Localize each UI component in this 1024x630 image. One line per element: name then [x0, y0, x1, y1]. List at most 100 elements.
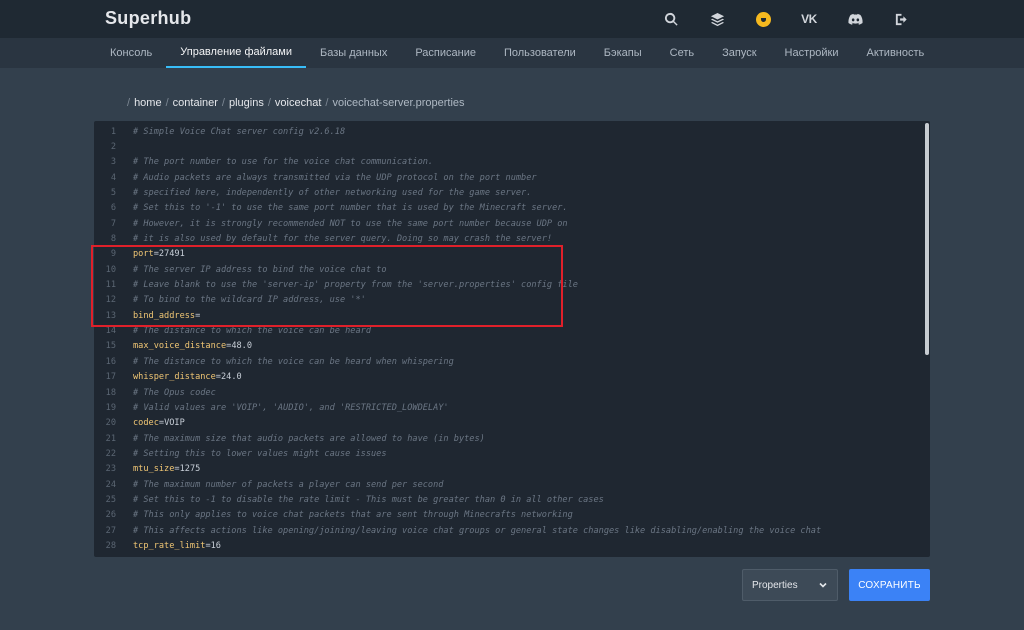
- code-line[interactable]: 28 tcp_rate_limit=16: [94, 538, 920, 553]
- comment-text: # Leave blank to use the 'server-ip' pro…: [133, 280, 578, 291]
- section-nav: Консоль Управление файлами Базы данных Расп…: [0, 38, 1024, 68]
- line-number: 21: [105, 433, 116, 444]
- comment-text: # The server IP address to bind the voic…: [133, 264, 387, 275]
- code-line[interactable]: 18 # The Opus codec: [94, 385, 920, 400]
- code-line[interactable]: 6 # Set this to '-1' to use the same port…: [94, 201, 920, 216]
- code-line[interactable]: 21 # The maximum size that audio packets …: [94, 431, 920, 446]
- comment-text: # The maximum size that audio packets ar…: [133, 433, 485, 444]
- code-line[interactable]: 24 # The maximum number of packets a play…: [94, 477, 920, 492]
- tab-2[interactable]: Базы данных: [306, 38, 401, 68]
- chevron-down-icon: [819, 581, 827, 589]
- comment-text: # This only applies to voice chat packet…: [133, 510, 573, 521]
- tab-8[interactable]: Настройки: [771, 38, 853, 68]
- comment-text: # Set this to '-1' to use the same port …: [133, 203, 568, 214]
- property-value: VOIP: [164, 418, 185, 429]
- line-number: 13: [105, 310, 116, 321]
- equals-sign: =: [195, 310, 201, 321]
- tab-6[interactable]: Сеть: [656, 38, 708, 68]
- comment-text: # it is also used by default for the ser…: [133, 234, 553, 245]
- line-number: 3: [110, 157, 116, 168]
- line-number: 8: [110, 234, 116, 245]
- comment-text: # The distance to which the voice can be…: [133, 326, 371, 337]
- line-number: 5: [110, 188, 116, 199]
- property-key: tcp_rate_limit: [133, 540, 206, 551]
- property-entry: bind_address=: [133, 311, 200, 321]
- comment-text: # The distance to which the voice can be…: [133, 356, 454, 367]
- line-number: 2: [110, 142, 116, 153]
- avatar: [755, 11, 771, 27]
- line-number: 14: [105, 326, 116, 337]
- code-line[interactable]: 19 # Valid values are 'VOIP', 'AUDIO', an…: [94, 400, 920, 415]
- property-entry: port=27491: [133, 249, 185, 259]
- top-bar: Superhub VK: [0, 0, 1024, 38]
- code-line[interactable]: 26 # This only applies to voice chat pack…: [94, 508, 920, 523]
- code-line[interactable]: 15 max_voice_distance=48.0: [94, 339, 920, 354]
- tab-1[interactable]: Управление файлами: [166, 38, 307, 68]
- code-line[interactable]: 16 # The distance to which the voice can …: [94, 354, 920, 369]
- tab-5[interactable]: Бэкапы: [590, 38, 656, 68]
- line-number: 10: [105, 264, 116, 275]
- code-line[interactable]: 10 # The server IP address to bind the vo…: [94, 262, 920, 277]
- code-line[interactable]: 11 # Leave blank to use the 'server-ip' p…: [94, 277, 920, 292]
- comment-text: # Setting this to lower values might cau…: [133, 448, 387, 459]
- line-number: 20: [105, 418, 116, 429]
- line-number: 25: [105, 494, 116, 505]
- property-entry: max_voice_distance=48.0: [133, 341, 252, 351]
- search-icon[interactable]: [648, 0, 694, 38]
- tab-9[interactable]: Активность: [852, 38, 938, 68]
- line-number: 24: [105, 479, 116, 490]
- property-value: 24.0: [220, 372, 242, 383]
- code-line[interactable]: 12 # To bind to the wildcard IP address, …: [94, 293, 920, 308]
- property-key: port: [133, 249, 154, 260]
- breadcrumb-item[interactable]: voicechat: [275, 97, 321, 109]
- code-line[interactable]: 1 # Simple Voice Chat server config v2.6.…: [94, 124, 920, 139]
- tab-3[interactable]: Расписание: [401, 38, 490, 68]
- comment-text: # specified here, independently of other…: [133, 188, 532, 199]
- file-mode-select[interactable]: Properties: [742, 569, 838, 601]
- code-line[interactable]: 27 # This affects actions like opening/jo…: [94, 523, 920, 538]
- line-number: 19: [105, 402, 116, 413]
- code-line[interactable]: 4 # Audio packets are always transmitted …: [94, 170, 920, 185]
- line-number: 11: [105, 280, 116, 291]
- line-number: 12: [105, 295, 116, 306]
- app-title[interactable]: Superhub: [105, 8, 191, 29]
- line-number: 1: [110, 126, 116, 137]
- comment-text: # To bind to the wildcard IP address, us…: [133, 295, 366, 306]
- breadcrumb-separator: /: [221, 97, 225, 109]
- breadcrumb-item[interactable]: home: [134, 97, 162, 109]
- code-line[interactable]: 8 # it is also used by default for the se…: [94, 231, 920, 246]
- property-entry: whisper_distance=24.0: [133, 372, 242, 382]
- code-line[interactable]: 9 port=27491: [94, 247, 920, 262]
- code-line[interactable]: 2: [94, 139, 920, 154]
- line-number: 7: [110, 218, 116, 229]
- code-line[interactable]: 22 # Setting this to lower values might c…: [94, 446, 920, 461]
- code-editor[interactable]: 1 # Simple Voice Chat server config v2.6.…: [94, 121, 930, 557]
- property-key: whisper_distance: [133, 372, 216, 383]
- code-line[interactable]: 25 # Set this to -1 to disable the rate l…: [94, 492, 920, 507]
- code-line[interactable]: 7 # However, it is strongly recommended N…: [94, 216, 920, 231]
- code-line[interactable]: 23 mtu_size=1275: [94, 462, 920, 477]
- logout-icon[interactable]: [878, 0, 924, 38]
- tab-7[interactable]: Запуск: [708, 38, 770, 68]
- layers-icon[interactable]: [694, 0, 740, 38]
- breadcrumb-item[interactable]: container: [173, 97, 218, 109]
- tab-0[interactable]: Консоль: [96, 38, 166, 68]
- code-line[interactable]: 5 # specified here, independently of othe…: [94, 185, 920, 200]
- code-line[interactable]: 3 # The port number to use for the voice …: [94, 155, 920, 170]
- discord-icon[interactable]: [832, 0, 878, 38]
- save-button[interactable]: СОХРАНИТЬ: [849, 569, 930, 601]
- property-entry: codec=VOIP: [133, 418, 185, 428]
- avatar-icon[interactable]: [740, 0, 786, 38]
- code-line[interactable]: 13 bind_address=: [94, 308, 920, 323]
- editor-scrollbar[interactable]: [925, 123, 929, 355]
- breadcrumb-item[interactable]: plugins: [229, 97, 264, 109]
- vk-icon[interactable]: VK: [786, 0, 832, 38]
- breadcrumb-separator: /: [325, 97, 329, 109]
- code-line[interactable]: 17 whisper_distance=24.0: [94, 370, 920, 385]
- code-line[interactable]: 14 # The distance to which the voice can …: [94, 323, 920, 338]
- comment-text: # The port number to use for the voice c…: [133, 157, 434, 168]
- tab-4[interactable]: Пользователи: [490, 38, 590, 68]
- code-line[interactable]: 20 codec=VOIP: [94, 416, 920, 431]
- line-number: 27: [105, 525, 116, 536]
- editor-content[interactable]: 1 # Simple Voice Chat server config v2.6.…: [94, 124, 920, 554]
